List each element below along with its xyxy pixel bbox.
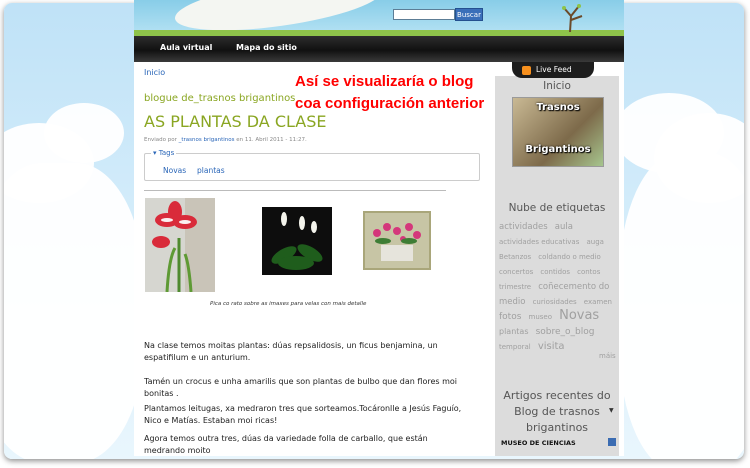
tag-cloud-link[interactable]: trimestre <box>499 283 531 291</box>
author-link[interactable]: _trasnos brigantinos <box>179 137 235 143</box>
recent-post-link[interactable]: MUSEO DE CIENCIAS <box>501 439 576 447</box>
tag-cloud-link[interactable]: aula <box>555 222 573 232</box>
live-feed-label: Live Feed <box>536 65 572 74</box>
amaryllis-photo[interactable] <box>145 198 215 292</box>
tags-toggle[interactable]: ▾ Tags <box>151 149 177 157</box>
tags-label: Tags <box>158 149 175 157</box>
search-button[interactable]: Buscar <box>455 8 483 21</box>
annotation-overlay: Así se visualizaría o blog coa configura… <box>295 71 535 115</box>
site-header <box>134 0 624 36</box>
caret-down-icon[interactable]: ▼ <box>609 407 614 414</box>
tag-cloud-link[interactable]: museo <box>529 313 553 321</box>
tag-cloud-heading: Nube de etiquetas <box>508 202 606 214</box>
blog-name-link[interactable]: blogue de_trasnos brigantinos <box>144 93 295 104</box>
tag-cloud-link[interactable]: contos <box>577 268 600 276</box>
cloud-decoration <box>619 153 744 459</box>
post-date: en 11. Abril 2011 - 11:27. <box>236 137 307 143</box>
post-meta-prefix: Enviado por <box>144 137 177 143</box>
tag-cloud-link[interactable]: concertos <box>499 268 533 276</box>
tag-cloud-link[interactable]: Betanzos <box>499 253 531 261</box>
recent-posts-heading: Artigos recentes do Blog de trasnos brig… <box>503 389 611 434</box>
annotation-line-2: coa configuración anterior <box>295 95 485 112</box>
tag-cloud-link[interactable]: actividades <box>499 222 548 232</box>
tag-cloud-link[interactable]: plantas <box>499 327 528 336</box>
nav-item-mapa-do-sitio[interactable]: Mapa do sitio <box>236 43 297 52</box>
post-paragraph: Agora temos outra tres, dúas da variedad… <box>144 434 428 455</box>
tag-cloud-link[interactable]: contidos <box>540 268 570 276</box>
post-paragraph: Na clase temos moitas plantas: dúas reps… <box>144 341 438 362</box>
annotation-line-1: Así se visualizaría o blog <box>295 73 474 90</box>
tag-cloud-link[interactable]: curiosidades <box>533 298 577 306</box>
tag-cloud-link[interactable]: temporal <box>499 343 531 351</box>
tag-cloud-link[interactable]: actividades educativas <box>499 238 579 246</box>
more-tags-link[interactable]: máis <box>599 352 616 360</box>
cloud-decoration <box>44 103 124 163</box>
sidebar: Inicio Trasnos Brigantinos Nube de etiqu… <box>495 76 619 456</box>
peace-lily-photo[interactable] <box>262 207 332 275</box>
tag-cloud-link[interactable]: examen <box>584 298 612 306</box>
tag-cloud-link[interactable]: sobre_o_blog <box>536 327 595 337</box>
divider <box>144 190 446 191</box>
main-navigation: Aula virtual Mapa do sitio <box>134 36 624 62</box>
tag-cloud-link[interactable]: fotos <box>499 312 521 322</box>
tag-cloud: actividades aula actividades educativas … <box>499 218 617 353</box>
tag-link-novas[interactable]: Novas <box>163 166 186 175</box>
badge-title-bottom: Brigantinos <box>525 144 591 155</box>
triangle-down-icon: ▾ <box>153 149 157 157</box>
tag-cloud-link[interactable]: coldando o medio <box>538 253 601 261</box>
post-paragraph: Tamén un crocus e unha amarilis que son … <box>144 377 457 398</box>
nav-item-aula-virtual[interactable]: Aula virtual <box>160 43 212 52</box>
tags-box: ▾ Tags Novas plantas <box>144 149 480 181</box>
search-input[interactable] <box>393 9 455 20</box>
christmas-cactus-photo[interactable] <box>363 211 431 270</box>
tree-illustration-icon <box>562 4 583 32</box>
tag-link-plantas[interactable]: plantas <box>197 166 225 175</box>
cloud-decoration <box>4 163 144 459</box>
post-meta: Enviado por _trasnos brigantinos en 11. … <box>144 137 307 143</box>
image-caption: Pica co rato sobre as imaxes para velas … <box>210 301 367 307</box>
tag-cloud-link[interactable]: Novas <box>559 308 599 323</box>
tag-cloud-link[interactable]: auga <box>586 238 603 246</box>
breadcrumb[interactable]: Inicio <box>144 68 165 77</box>
tag-cloud-link[interactable]: visita <box>538 341 565 352</box>
external-link-icon[interactable] <box>608 438 616 446</box>
post-paragraph: Plantamos leitugas, xa medraron tres que… <box>144 404 462 425</box>
